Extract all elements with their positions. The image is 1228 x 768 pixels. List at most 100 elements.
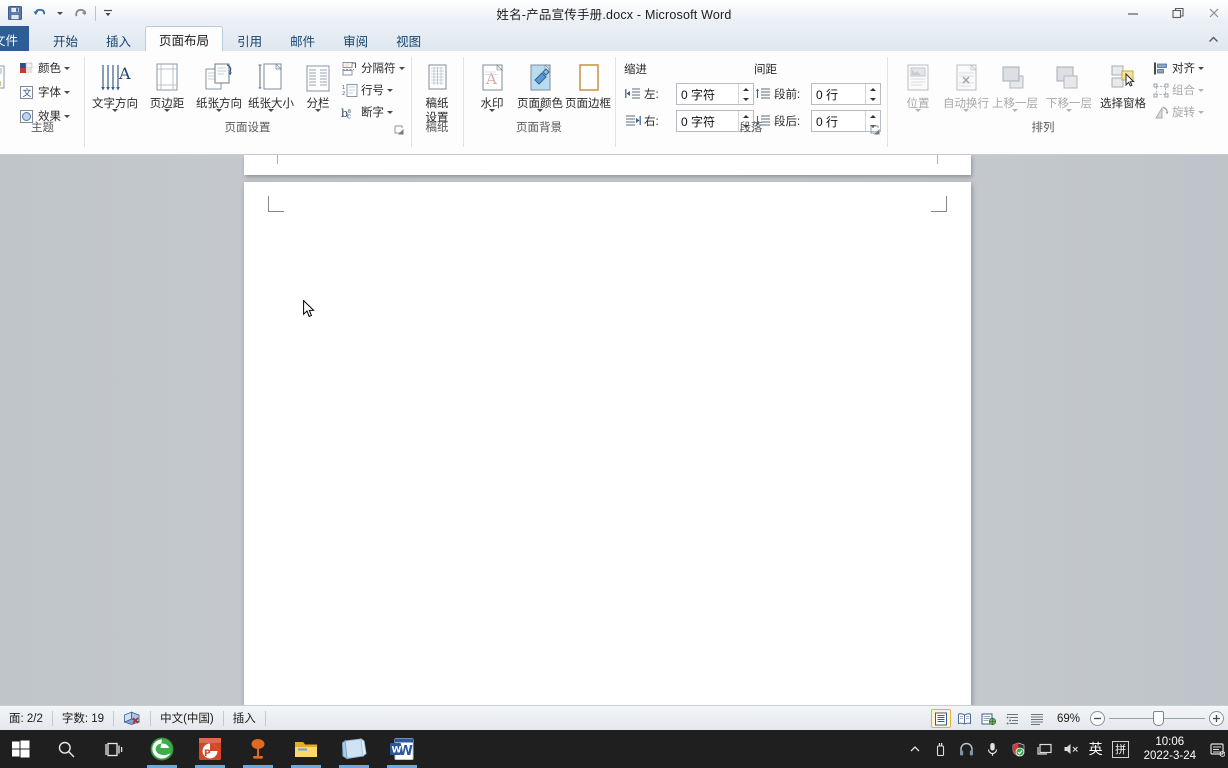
document-area[interactable] bbox=[0, 155, 1228, 705]
ribbon-group-page-background-label: 页面背景 bbox=[516, 122, 562, 134]
spacing-before-input[interactable]: 0 行 bbox=[811, 83, 881, 105]
stepper-down[interactable] bbox=[739, 94, 753, 104]
wrap-text-button[interactable]: 自动换行 bbox=[940, 55, 992, 125]
chevron-down-icon[interactable] bbox=[1198, 66, 1204, 70]
spacing-before-row: 段前: bbox=[754, 83, 800, 105]
search-button[interactable] bbox=[42, 730, 90, 768]
headphone-icon[interactable] bbox=[954, 730, 980, 768]
text-direction-button[interactable]: A 文字方向 bbox=[89, 55, 141, 125]
chevron-down-icon[interactable] bbox=[398, 66, 405, 70]
tab-view[interactable]: 视图 bbox=[382, 28, 435, 51]
task-view-button[interactable] bbox=[90, 730, 138, 768]
zoom-in-button[interactable] bbox=[1209, 711, 1224, 726]
paragraph-dialog-launcher[interactable] bbox=[870, 123, 882, 135]
chevron-down-icon[interactable] bbox=[64, 114, 70, 118]
word-count[interactable]: 字数: 19 bbox=[53, 706, 113, 731]
reading-view-button[interactable] bbox=[955, 709, 975, 728]
zoom-slider[interactable] bbox=[1109, 709, 1205, 728]
columns-button[interactable]: 分栏 bbox=[297, 55, 339, 125]
tab-review[interactable]: 审阅 bbox=[329, 28, 382, 51]
align-button[interactable]: 对齐 bbox=[1152, 57, 1204, 79]
themes-button[interactable]: 文 题 bbox=[0, 55, 12, 125]
breaks-button[interactable]: 分隔符 bbox=[341, 57, 405, 79]
microphone-icon[interactable] bbox=[980, 730, 1006, 768]
usb-icon[interactable] bbox=[928, 730, 954, 768]
page-borders-button[interactable]: 页面边框 bbox=[562, 55, 614, 111]
chevron-down-icon[interactable] bbox=[387, 88, 393, 92]
spacing-before-stepper[interactable] bbox=[865, 84, 880, 104]
browser-app-button[interactable] bbox=[138, 730, 186, 768]
tab-page-layout[interactable]: 页面布局 bbox=[145, 26, 224, 51]
tab-mailings[interactable]: 邮件 bbox=[276, 28, 329, 51]
powerpoint-app-button[interactable]: P bbox=[186, 730, 234, 768]
chevron-down-icon[interactable] bbox=[1198, 88, 1204, 92]
word-app-button[interactable]: WW bbox=[378, 730, 426, 768]
group-button[interactable]: 组合 bbox=[1152, 79, 1204, 101]
tab-references[interactable]: 引用 bbox=[223, 28, 276, 51]
insert-mode[interactable]: 插入 bbox=[224, 706, 265, 731]
orientation-button[interactable]: 纸张方向 bbox=[193, 55, 245, 125]
chevron-down-icon[interactable] bbox=[64, 90, 70, 94]
margin-tick-right bbox=[937, 155, 938, 164]
indent-left-input[interactable]: 0 字符 bbox=[676, 83, 754, 105]
close-button[interactable] bbox=[1200, 0, 1228, 26]
line-numbers-button[interactable]: 12 行号 bbox=[341, 79, 393, 101]
action-center-icon[interactable] bbox=[1206, 730, 1228, 768]
selection-pane-button[interactable]: 选择窗格 bbox=[1096, 55, 1150, 111]
file-explorer-button[interactable] bbox=[282, 730, 330, 768]
chevron-down-icon[interactable] bbox=[1198, 110, 1204, 114]
collapse-ribbon-icon[interactable] bbox=[1204, 30, 1222, 48]
rotate-button[interactable]: 旋转 bbox=[1152, 101, 1204, 123]
page-indicator[interactable]: 面: 2/2 bbox=[0, 706, 52, 731]
theme-fonts-button[interactable]: 文 字体 bbox=[18, 81, 70, 103]
language-indicator[interactable]: 中文(中国) bbox=[151, 706, 223, 731]
stepper-up[interactable] bbox=[866, 84, 880, 94]
web-layout-view-button[interactable] bbox=[979, 709, 999, 728]
stepper-up[interactable] bbox=[739, 84, 753, 94]
bring-forward-button[interactable]: 上移一层 bbox=[988, 55, 1042, 125]
lamp-app-button[interactable] bbox=[234, 730, 282, 768]
watermark-button[interactable]: A 水印 bbox=[466, 55, 518, 125]
chevron-down-icon[interactable] bbox=[387, 110, 393, 114]
position-button[interactable]: 位置 bbox=[892, 55, 944, 125]
volume-muted-icon[interactable] bbox=[1058, 730, 1084, 768]
chevron-down-icon[interactable] bbox=[64, 66, 70, 70]
hyphenation-button[interactable]: bac 断字 bbox=[341, 101, 393, 123]
ime-language-indicator[interactable]: 英 bbox=[1084, 730, 1108, 768]
previous-page-bottom[interactable] bbox=[244, 155, 971, 175]
group-icon bbox=[1152, 82, 1169, 99]
page-color-button[interactable]: 页面颜色 bbox=[514, 55, 566, 125]
grid-settings-button[interactable]: 稿纸 设置 bbox=[412, 55, 462, 125]
theme-colors-button[interactable]: 颜色 bbox=[18, 57, 70, 79]
stepper-down[interactable] bbox=[866, 94, 880, 104]
draft-view-button[interactable] bbox=[1027, 709, 1047, 728]
zoom-slider-thumb[interactable] bbox=[1153, 711, 1164, 726]
stepper-up[interactable] bbox=[866, 111, 880, 121]
page-setup-dialog-launcher[interactable] bbox=[394, 123, 406, 135]
rotate-icon bbox=[1152, 104, 1169, 121]
tab-home[interactable]: 开始 bbox=[39, 28, 92, 51]
stepper-up[interactable] bbox=[739, 111, 753, 121]
paper-size-button[interactable]: 纸张大小 bbox=[245, 55, 297, 125]
indent-left-stepper[interactable] bbox=[738, 84, 753, 104]
shield-icon[interactable] bbox=[1006, 730, 1032, 768]
print-layout-view-button[interactable] bbox=[930, 709, 951, 728]
proofing-errors-icon[interactable] bbox=[114, 706, 150, 731]
tab-file[interactable]: 文件 bbox=[0, 26, 30, 51]
minimize-button[interactable] bbox=[1110, 0, 1155, 26]
ime-pinyin-indicator[interactable]: 拼 bbox=[1108, 730, 1134, 768]
restore-button[interactable] bbox=[1155, 0, 1200, 26]
send-backward-button[interactable]: 下移一层 bbox=[1042, 55, 1096, 125]
show-hidden-icons-button[interactable] bbox=[902, 730, 928, 768]
notes-app-button[interactable] bbox=[330, 730, 378, 768]
tab-insert[interactable]: 插入 bbox=[92, 28, 145, 51]
document-page[interactable] bbox=[244, 182, 971, 705]
tab-page-layout-label: 页面布局 bbox=[159, 33, 210, 48]
monitor-icon[interactable] bbox=[1032, 730, 1058, 768]
margins-button[interactable]: 页边距 bbox=[141, 55, 193, 125]
start-button[interactable] bbox=[0, 730, 42, 768]
outline-view-button[interactable] bbox=[1003, 709, 1023, 728]
clock[interactable]: 10:06 2022-3-24 bbox=[1134, 730, 1206, 768]
zoom-out-button[interactable] bbox=[1090, 711, 1105, 726]
zoom-level[interactable]: 69% bbox=[1051, 713, 1086, 725]
